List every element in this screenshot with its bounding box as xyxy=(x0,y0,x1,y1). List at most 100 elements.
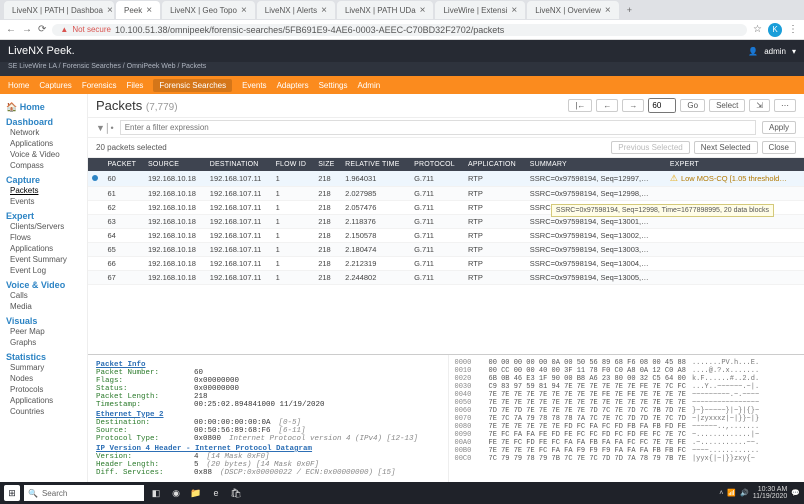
prev-selected-button[interactable]: Previous Selected xyxy=(611,141,689,154)
next-selected-button[interactable]: Next Selected xyxy=(694,141,758,154)
sidebar-item-media[interactable]: Media xyxy=(6,301,81,312)
sidebar-item-applications[interactable]: Applications xyxy=(6,243,81,254)
nav-captures[interactable]: Captures xyxy=(39,81,71,90)
sidebar-section-capture[interactable]: Capture xyxy=(6,175,81,185)
profile-avatar[interactable]: K xyxy=(768,23,782,37)
nav-admin[interactable]: Admin xyxy=(358,81,381,90)
sound-icon[interactable]: 🔊 xyxy=(740,489,749,497)
menu-icon[interactable]: ⋮ xyxy=(788,24,798,35)
select-button[interactable]: Select xyxy=(709,99,745,112)
nav-forensic-searches[interactable]: Forensic Searches xyxy=(153,79,232,92)
browser-tab[interactable]: LiveNX | Alerts× xyxy=(257,1,335,19)
column-header[interactable]: APPLICATION xyxy=(464,158,526,171)
ethernet-header[interactable]: Ethernet Type 2 xyxy=(96,411,440,419)
sidebar-item-events[interactable]: Events xyxy=(6,196,81,207)
nav-files[interactable]: Files xyxy=(127,81,144,90)
url-field[interactable]: ▲ Not secure 10.100.51.38/omnipeek/foren… xyxy=(52,24,747,36)
column-header[interactable]: DESTINATION xyxy=(206,158,272,171)
sidebar-item-event-summary[interactable]: Event Summary xyxy=(6,254,81,265)
browser-tab[interactable]: LiveNX | PATH UDa× xyxy=(337,1,434,19)
close-icon[interactable]: × xyxy=(241,5,247,16)
sidebar-section-home[interactable]: 🏠 Home xyxy=(6,102,81,113)
nav-events[interactable]: Events xyxy=(242,81,266,90)
ip-header[interactable]: IP Version 4 Header - Internet Protocol … xyxy=(96,445,440,453)
sidebar-item-protocols[interactable]: Protocols xyxy=(6,384,81,395)
browser-tab[interactable]: LiveNX | PATH | Dashboa× xyxy=(4,1,114,19)
close-selection-button[interactable]: Close xyxy=(762,141,796,154)
sidebar-item-applications[interactable]: Applications xyxy=(6,395,81,406)
more-button[interactable]: ⋯ xyxy=(774,99,796,112)
apply-button[interactable]: Apply xyxy=(762,121,796,134)
browser-tab[interactable]: LiveNX | Overview× xyxy=(527,1,619,19)
filter-icon[interactable]: ▼│• xyxy=(96,123,114,133)
browser-tab[interactable]: Peek× xyxy=(116,1,160,19)
nav-settings[interactable]: Settings xyxy=(319,81,348,90)
goto-input[interactable] xyxy=(648,98,676,113)
first-button[interactable]: |← xyxy=(568,99,592,112)
sidebar-section-statistics[interactable]: Statistics xyxy=(6,352,81,362)
sidebar-item-countries[interactable]: Countries xyxy=(6,406,81,417)
export-button[interactable]: ⇲ xyxy=(749,99,770,112)
back-icon[interactable]: ← xyxy=(6,24,16,35)
column-header[interactable]: SIZE xyxy=(314,158,341,171)
table-row[interactable]: 66192.168.10.18192.168.107.1112182.21231… xyxy=(88,257,804,271)
nav-home[interactable]: Home xyxy=(8,81,29,90)
sidebar-item-summary[interactable]: Summary xyxy=(6,362,81,373)
table-row[interactable]: 67192.168.10.18192.168.107.1112182.24480… xyxy=(88,271,804,285)
table-row[interactable]: 64192.168.10.18192.168.107.1112182.15057… xyxy=(88,229,804,243)
start-button[interactable]: ⊞ xyxy=(4,485,20,501)
close-icon[interactable]: × xyxy=(420,5,426,16)
taskbar-search[interactable]: 🔍 Search xyxy=(24,485,144,501)
notifications-icon[interactable]: 💬 xyxy=(791,489,800,497)
edge-icon[interactable]: e xyxy=(208,485,224,501)
tray-up-icon[interactable]: ˄ xyxy=(719,490,723,497)
column-header[interactable]: PACKET xyxy=(103,158,144,171)
prev-button[interactable]: ← xyxy=(596,99,618,112)
close-icon[interactable]: × xyxy=(107,5,113,16)
wifi-icon[interactable]: 📶 xyxy=(727,489,736,497)
sidebar-item-event-log[interactable]: Event Log xyxy=(6,265,81,276)
sidebar-item-calls[interactable]: Calls xyxy=(6,290,81,301)
sidebar-item-voice-video[interactable]: Voice & Video xyxy=(6,149,81,160)
next-button[interactable]: → xyxy=(622,99,644,112)
sidebar-section-dashboard[interactable]: Dashboard xyxy=(6,117,81,127)
reload-icon[interactable]: ⟳ xyxy=(38,24,46,35)
user-menu[interactable]: 👤 admin ▾ xyxy=(748,47,796,56)
sidebar-section-expert[interactable]: Expert xyxy=(6,211,81,221)
table-row[interactable]: 65192.168.10.18192.168.107.1112182.18047… xyxy=(88,243,804,257)
column-header[interactable]: EXPERT xyxy=(666,158,804,171)
close-icon[interactable]: × xyxy=(146,5,152,16)
sidebar-item-graphs[interactable]: Graphs xyxy=(6,337,81,348)
column-header[interactable]: PROTOCOL xyxy=(410,158,464,171)
sidebar-item-network[interactable]: Network xyxy=(6,127,81,138)
sidebar-item-nodes[interactable]: Nodes xyxy=(6,373,81,384)
store-icon[interactable]: 🛍 xyxy=(228,485,244,501)
table-row[interactable]: 61192.168.10.18192.168.107.1112182.02798… xyxy=(88,187,804,201)
close-icon[interactable]: × xyxy=(605,5,611,16)
bookmark-icon[interactable]: ☆ xyxy=(753,24,762,35)
table-row[interactable]: 60192.168.10.18192.168.107.1112181.96403… xyxy=(88,171,804,187)
task-view-icon[interactable]: ◧ xyxy=(148,485,164,501)
close-icon[interactable]: × xyxy=(511,5,517,16)
sidebar-item-compass[interactable]: Compass xyxy=(6,160,81,171)
clock[interactable]: 10:30 AM 11/19/2020 xyxy=(753,486,788,500)
forward-icon[interactable]: → xyxy=(22,24,32,35)
sidebar-section-voice-video[interactable]: Voice & Video xyxy=(6,280,81,290)
nav-adapters[interactable]: Adapters xyxy=(277,81,309,90)
sidebar-item-peer-map[interactable]: Peer Map xyxy=(6,326,81,337)
new-tab-button[interactable]: + xyxy=(621,5,638,15)
sidebar-item-applications[interactable]: Applications xyxy=(6,138,81,149)
column-header[interactable] xyxy=(88,158,103,171)
column-header[interactable]: RELATIVE TIME xyxy=(341,158,410,171)
sidebar-section-visuals[interactable]: Visuals xyxy=(6,316,81,326)
chrome-icon[interactable]: ◉ xyxy=(168,485,184,501)
column-header[interactable]: SOURCE xyxy=(144,158,206,171)
go-button[interactable]: Go xyxy=(680,99,705,112)
close-icon[interactable]: × xyxy=(321,5,327,16)
filter-input[interactable] xyxy=(120,120,756,135)
browser-tab[interactable]: LiveWire | Extensi× xyxy=(435,1,525,19)
sidebar-item-packets[interactable]: Packets xyxy=(6,185,81,196)
explorer-icon[interactable]: 📁 xyxy=(188,485,204,501)
column-header[interactable]: FLOW ID xyxy=(272,158,315,171)
sidebar-item-clients-servers[interactable]: Clients/Servers xyxy=(6,221,81,232)
